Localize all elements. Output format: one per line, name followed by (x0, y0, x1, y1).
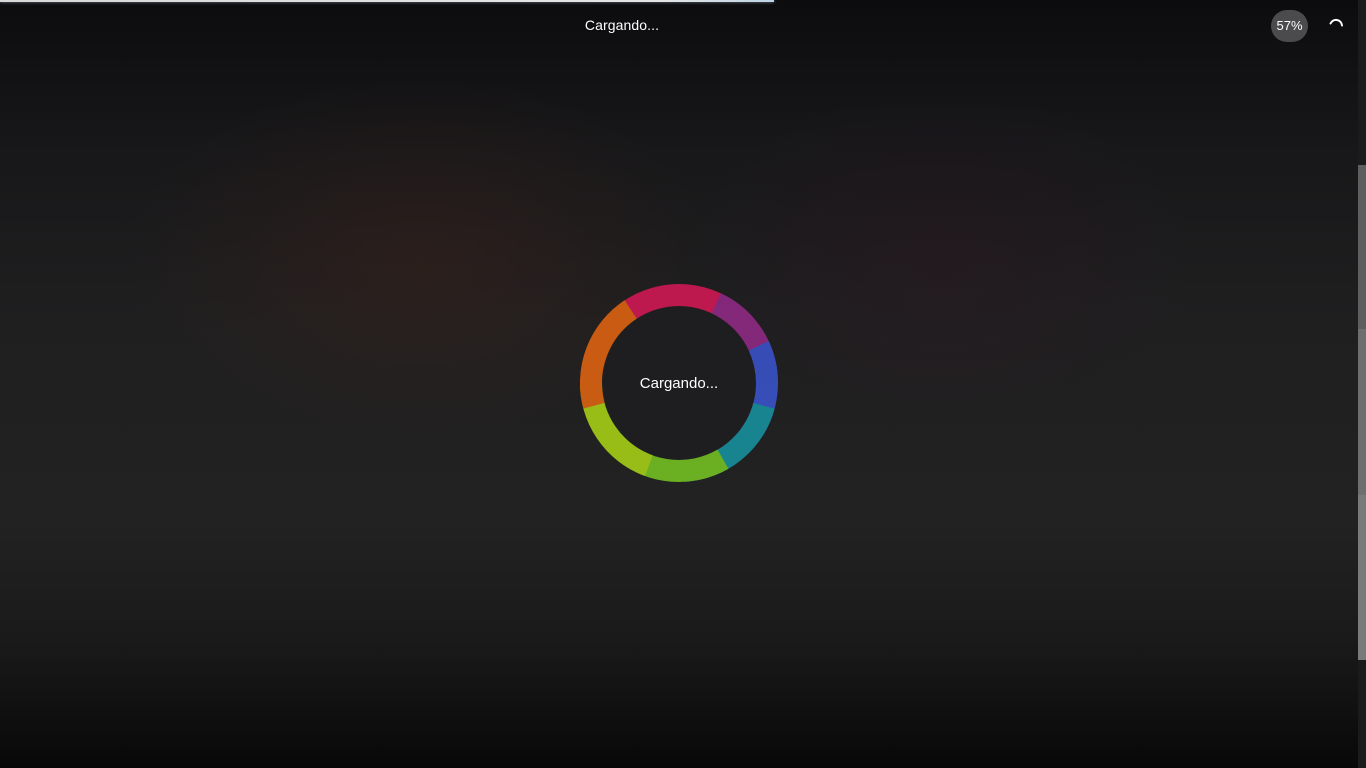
page-progress-bar (0, 0, 1358, 3)
loader-label: Cargando... (639, 375, 719, 392)
loading-title: Cargando... (584, 17, 660, 33)
spinner-icon (1328, 17, 1344, 33)
rainbow-loader: Cargando... (578, 283, 780, 485)
page-progress-fill (0, 0, 775, 2)
loading-screen: Cargando... 57% Cargando... (0, 0, 1366, 768)
progress-percent-badge: 57% (1271, 10, 1308, 42)
scrollbar-thumb-segment (1358, 495, 1366, 660)
scrollbar-thumb[interactable] (1358, 165, 1366, 660)
vertical-scrollbar[interactable] (1358, 0, 1366, 768)
scrollbar-thumb-segment (1358, 165, 1366, 329)
